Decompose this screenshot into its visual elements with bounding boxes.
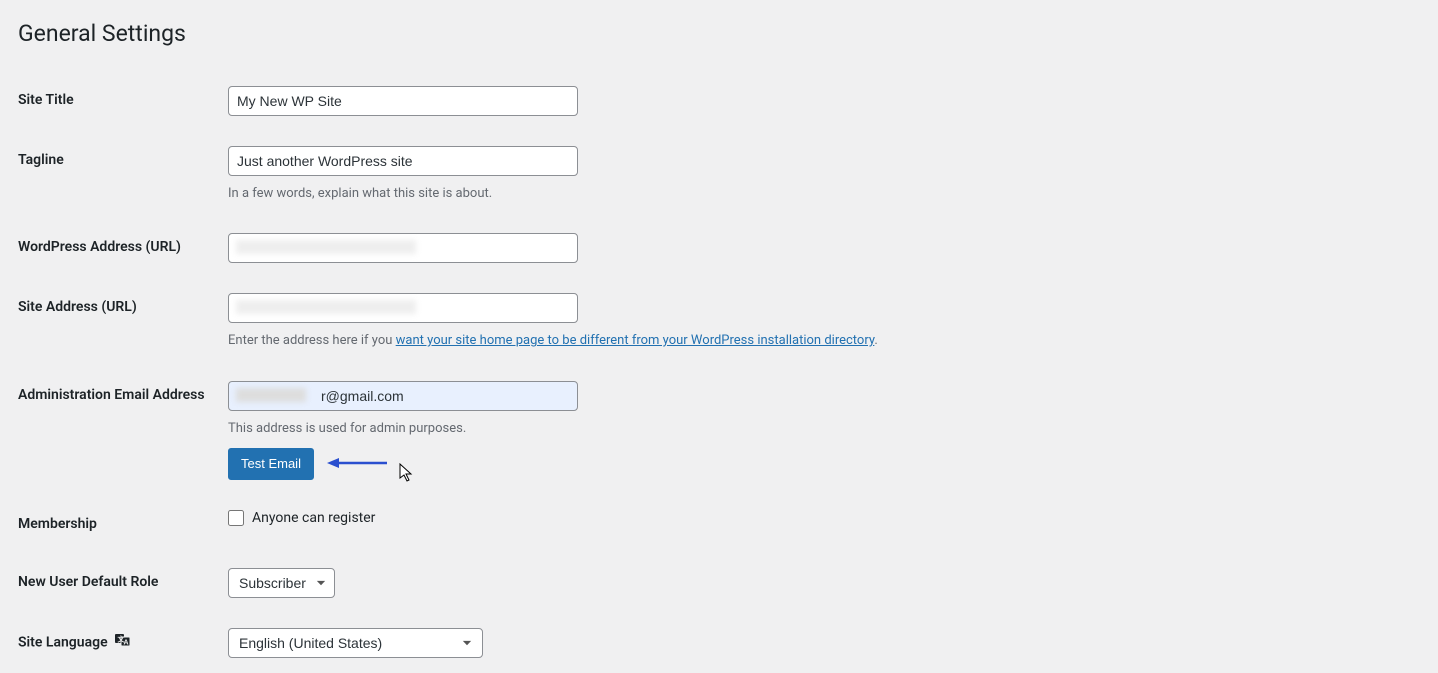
site-title-label: Site Title [18, 71, 218, 131]
site-title-input[interactable] [228, 86, 578, 116]
membership-checkbox[interactable] [228, 510, 244, 526]
site-language-label-text: Site Language [18, 634, 108, 650]
wp-address-label: WordPress Address (URL) [18, 218, 218, 278]
membership-label: Membership [18, 495, 218, 553]
tagline-description: In a few words, explain what this site i… [228, 184, 1410, 204]
settings-wrap: General Settings Site Title Tagline In a… [0, 0, 1438, 673]
default-role-label: New User Default Role [18, 553, 218, 613]
admin-email-description: This address is used for admin purposes. [228, 419, 1410, 439]
site-address-desc-link[interactable]: want your site home page to be different… [396, 333, 875, 348]
site-address-description: Enter the address here if you want your … [228, 331, 1410, 351]
tagline-label: Tagline [18, 131, 218, 219]
admin-email-label: Administration Email Address [18, 366, 218, 495]
site-address-desc-suffix: . [874, 333, 877, 348]
default-role-select[interactable]: Subscriber [228, 568, 335, 598]
membership-checkbox-wrap[interactable]: Anyone can register [228, 510, 1410, 526]
site-language-label: Site Language 文 A [18, 613, 218, 673]
page-title: General Settings [18, 10, 1420, 53]
settings-form-table: Site Title Tagline In a few words, expla… [18, 71, 1420, 673]
svg-text:A: A [124, 640, 129, 647]
translation-icon: 文 A [115, 633, 131, 652]
cursor-icon [399, 463, 415, 487]
blurred-content [236, 240, 416, 254]
site-address-label: Site Address (URL) [18, 278, 218, 366]
site-address-desc-prefix: Enter the address here if you [228, 333, 396, 348]
blurred-content [236, 388, 306, 402]
blurred-content [236, 300, 416, 314]
membership-checkbox-label: Anyone can register [252, 510, 375, 526]
site-language-select[interactable]: English (United States) [228, 628, 483, 658]
arrow-left-icon [327, 456, 387, 474]
test-email-button[interactable]: Test Email [228, 448, 314, 480]
tagline-input[interactable] [228, 146, 578, 176]
